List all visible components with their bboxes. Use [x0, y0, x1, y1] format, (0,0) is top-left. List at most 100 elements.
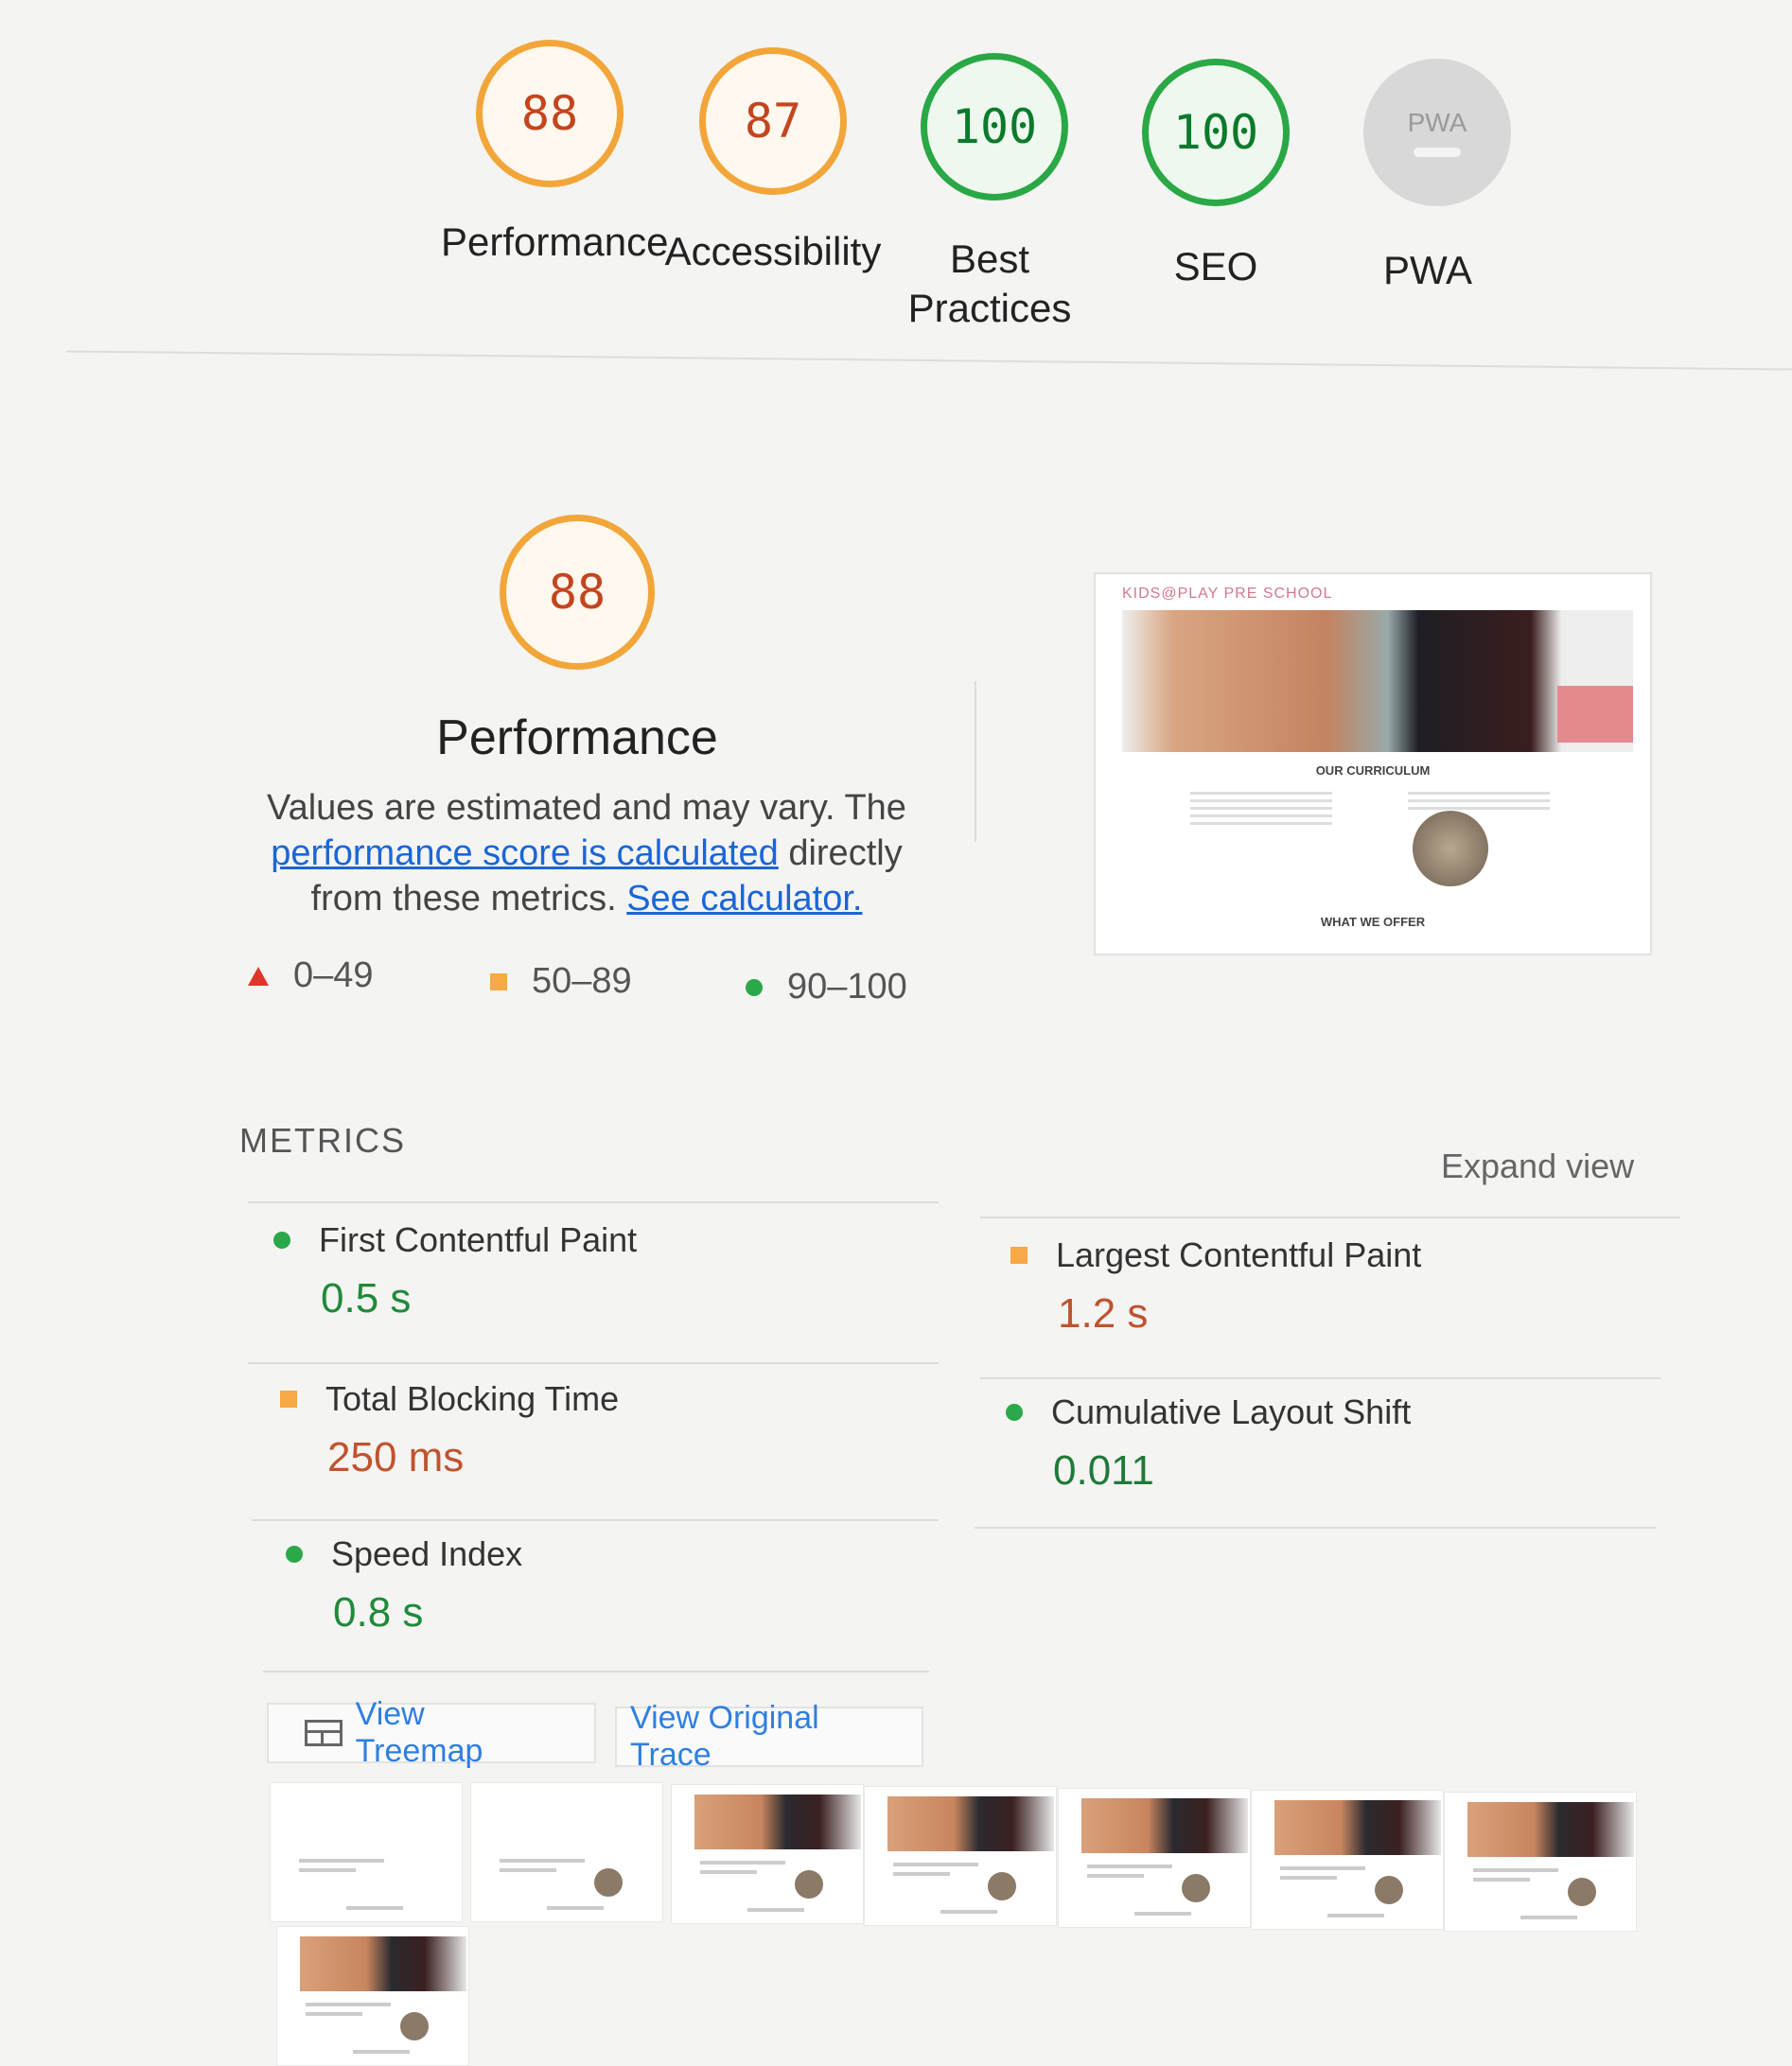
frame-text	[1473, 1868, 1558, 1872]
frame-text	[299, 1859, 384, 1863]
frame-text	[547, 1906, 604, 1910]
frame-image	[887, 1796, 1054, 1851]
frame-image	[400, 2012, 429, 2040]
gauge-performance[interactable]: 88	[476, 40, 624, 187]
see-calculator-link[interactable]: See calculator.	[626, 879, 862, 919]
frame-text	[1473, 1878, 1530, 1882]
metric-speed-index: Speed Index 0.8 s	[286, 1534, 522, 1637]
frame-text	[1280, 1876, 1337, 1880]
filmstrip-frame	[270, 1782, 463, 1922]
site-title: KIDS@PLAY PRE SCHOOL	[1122, 586, 1333, 602]
frame-image	[1375, 1876, 1403, 1904]
metric-label: Total Blocking Time	[325, 1379, 620, 1418]
frame-image	[988, 1872, 1016, 1900]
frame-text	[299, 1868, 356, 1872]
round-image	[1413, 811, 1488, 886]
legend-average: 50–89	[490, 961, 632, 1002]
frame-text	[500, 1868, 556, 1872]
metric-lcp: Largest Contentful Paint 1.2 s	[1010, 1235, 1421, 1338]
frame-text	[1134, 1912, 1191, 1916]
hero-image	[1122, 610, 1633, 752]
filmstrip-frame	[470, 1782, 663, 1922]
divider	[263, 1671, 929, 1672]
button-label: View Original Trace	[630, 1700, 819, 1773]
legend-range: 0–49	[293, 955, 374, 995]
frame-image	[694, 1795, 861, 1849]
gauge-best-practices[interactable]: 100	[921, 53, 1068, 201]
divider	[248, 1362, 939, 1364]
metric-label: First Contentful Paint	[319, 1220, 638, 1259]
filmstrip-frame	[1058, 1788, 1251, 1928]
frame-text	[700, 1861, 785, 1865]
category-label: SEO	[1173, 244, 1258, 289]
category-label: Accessibility	[664, 229, 882, 273]
divider	[66, 350, 1792, 371]
metric-label: Largest Contentful Paint	[1056, 1235, 1422, 1274]
category-label: Best Practices	[907, 236, 1072, 330]
view-original-trace-button[interactable]: View Original Trace	[615, 1700, 923, 1773]
frame-text	[500, 1859, 585, 1863]
square-icon	[490, 972, 507, 990]
metric-value: 0.8 s	[333, 1589, 424, 1636]
average-icon	[1010, 1247, 1028, 1264]
frame-text	[353, 2050, 410, 2054]
frame-image	[1274, 1800, 1441, 1855]
divider	[980, 1377, 1661, 1379]
frame-text	[1087, 1865, 1172, 1868]
divider	[975, 681, 976, 842]
filmstrip-frame	[1251, 1790, 1444, 1930]
view-treemap-button[interactable]: View Treemap	[267, 1696, 596, 1769]
metric-value: 0.5 s	[321, 1275, 412, 1322]
metric-value: 1.2 s	[1058, 1290, 1149, 1337]
filmstrip-frame	[671, 1784, 864, 1924]
frame-image	[594, 1868, 623, 1897]
gauge-seo[interactable]: 100	[1142, 59, 1290, 206]
score: 88	[520, 86, 579, 141]
frame-text	[306, 2003, 391, 2006]
expand-view-toggle[interactable]: Expand view	[1441, 1147, 1634, 1186]
section-heading: WHAT WE OFFER	[1320, 915, 1426, 929]
pass-icon	[1006, 1404, 1023, 1421]
score: 87	[744, 94, 802, 149]
frame-image	[795, 1870, 823, 1899]
frame-text	[306, 2012, 362, 2016]
divider	[252, 1519, 939, 1521]
category-label: Performance	[441, 219, 669, 264]
section-heading: OUR CURRICULUM	[1315, 763, 1431, 778]
frame-text	[1327, 1914, 1384, 1917]
frame-image	[300, 1936, 466, 1991]
text-block	[1408, 792, 1550, 811]
legend-fail: 0–49	[248, 955, 374, 996]
pass-icon	[286, 1546, 303, 1563]
button-label: View Treemap	[355, 1696, 483, 1769]
metric-tbt: Total Blocking Time 250 ms	[280, 1379, 619, 1481]
frame-text	[940, 1910, 997, 1914]
legend-range: 50–89	[532, 961, 632, 1001]
frame-text	[893, 1872, 950, 1876]
frame-text	[1087, 1874, 1144, 1878]
legend-range: 90–100	[787, 967, 907, 1007]
frame-image	[1081, 1798, 1248, 1853]
gauge-pwa[interactable]: PWA	[1363, 59, 1511, 206]
score: 100	[1172, 105, 1259, 160]
average-icon	[280, 1391, 297, 1408]
metric-label: Speed Index	[331, 1534, 523, 1573]
legend-pass: 90–100	[746, 967, 907, 1007]
final-screenshot[interactable]: KIDS@PLAY PRE SCHOOL OUR CURRICULUM WHAT…	[1094, 572, 1652, 955]
treemap-icon	[305, 1720, 343, 1746]
triangle-icon	[248, 966, 269, 986]
score-calculated-link[interactable]: performance score is calculated	[271, 833, 778, 873]
gauge-accessibility[interactable]: 87	[699, 47, 847, 195]
pass-icon	[273, 1232, 290, 1249]
metric-cls: Cumulative Layout Shift 0.011	[1006, 1392, 1411, 1495]
filmstrip-frame	[864, 1786, 1057, 1926]
frame-image	[1182, 1874, 1210, 1902]
circle-icon	[746, 978, 763, 996]
hero-card	[1557, 686, 1633, 743]
metrics-header: METRICS	[239, 1121, 406, 1160]
frame-image	[1568, 1878, 1596, 1906]
metric-value: 250 ms	[327, 1434, 465, 1480]
divider	[248, 1201, 939, 1203]
frame-text	[346, 1906, 403, 1910]
dash-icon	[1414, 148, 1461, 157]
